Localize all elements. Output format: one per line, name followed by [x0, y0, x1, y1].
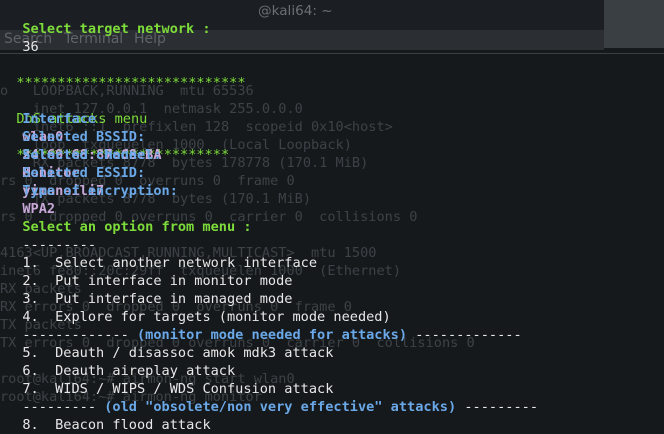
- option-text: Beacon flood attack: [55, 417, 211, 433]
- window-title-fragment: @kali64: ~: [258, 3, 333, 19]
- encryption-label: Type of encryption:: [22, 183, 178, 199]
- section-dashes-right: -------------: [415, 327, 522, 343]
- target-prompt-label: Select target network :: [22, 21, 211, 37]
- target-input[interactable]: 36: [6, 20, 39, 56]
- window-edge: [604, 0, 664, 48]
- section-dashes-right: ---------: [464, 399, 539, 415]
- menu-option-8[interactable]: 8. Beacon flood attack: [6, 398, 211, 434]
- divider: [0, 53, 664, 54]
- header-stars-left: ****************************: [16, 75, 246, 91]
- target-input-value: 36: [22, 39, 39, 55]
- option-number: 8.: [22, 417, 39, 433]
